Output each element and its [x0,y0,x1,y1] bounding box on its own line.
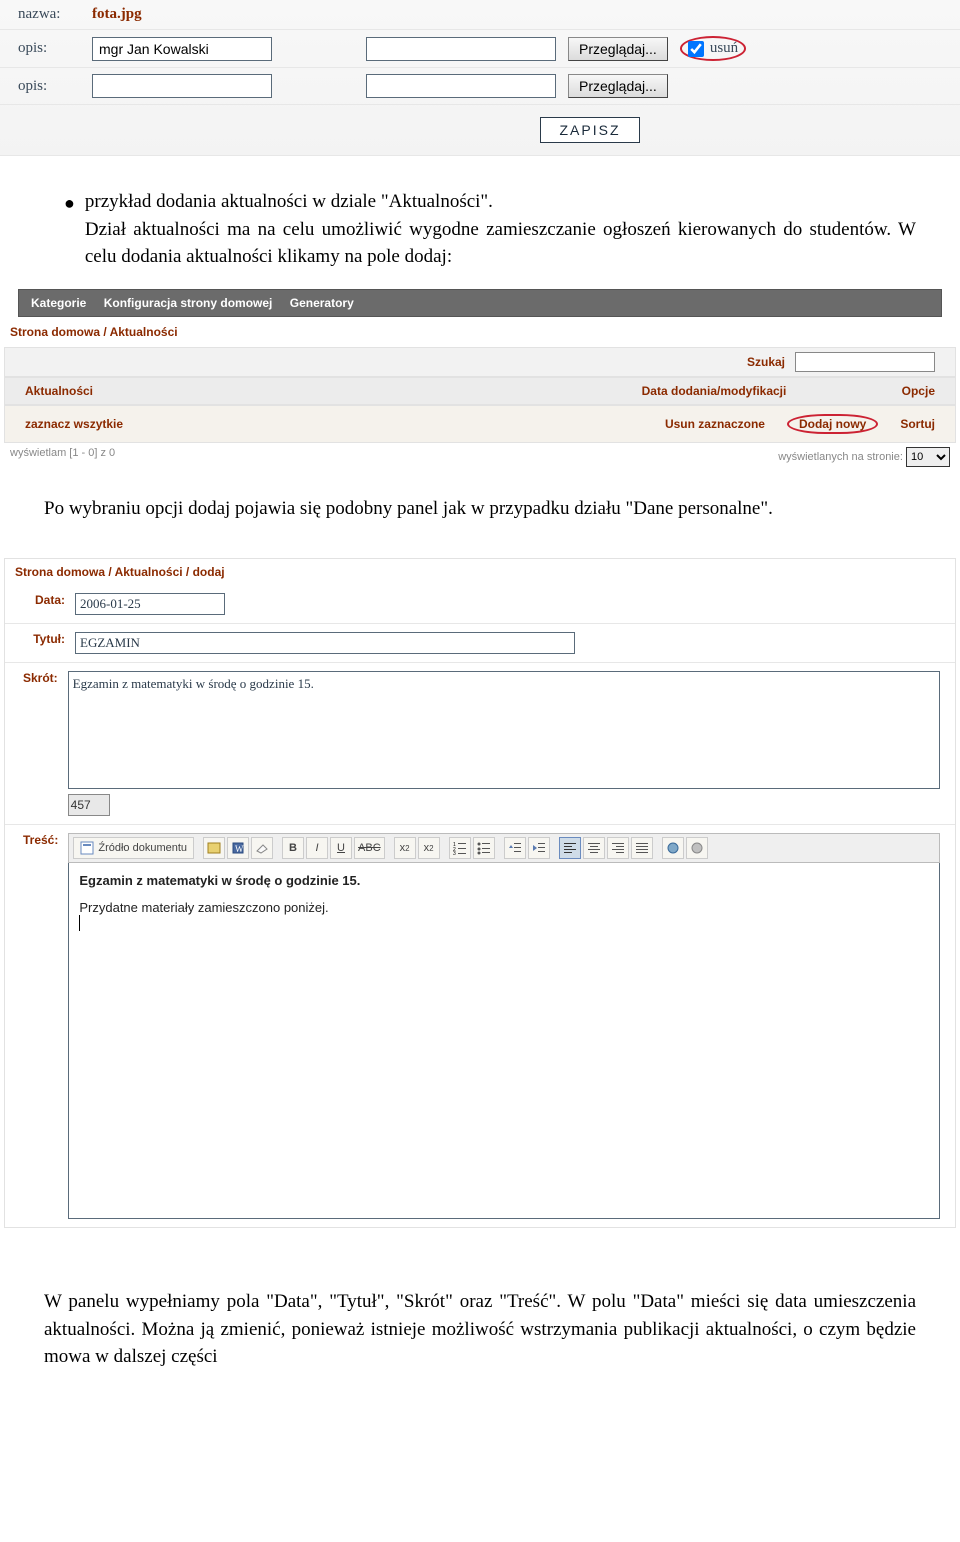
indent-icon[interactable] [528,837,550,859]
opis-row-2: opis: Przeglądaj... [0,68,960,105]
opis-input-1[interactable] [92,37,272,61]
nav-konfiguracja[interactable]: Konfiguracja strony domowej [104,296,273,310]
delete-label: usuń [710,40,738,57]
bold-icon[interactable]: B [282,837,304,859]
tresc-row: Treść: Źródło dokumentu W B I U ABC x2 x… [5,825,955,1227]
status-left: wyświetlam [1 - 0] z 0 [10,447,115,467]
browse-button-2[interactable]: Przeglądaj... [568,74,668,98]
add-new-link[interactable]: Dodaj nowy [787,414,878,434]
align-left-icon[interactable] [559,837,581,859]
name-row: nazwa: fota.jpg [0,0,960,30]
name-label: nazwa: [18,6,80,23]
nav-kategorie[interactable]: Kategorie [31,296,86,310]
status-right: wyświetlanych na stronie: [778,451,903,463]
title-row: Tytuł: [5,624,955,663]
file-path-input-1[interactable] [366,37,556,61]
col-opcje: Opcje [902,384,935,398]
search-row: Szukaj [4,347,956,377]
delete-checkbox[interactable] [688,41,704,57]
align-right-icon[interactable] [607,837,629,859]
paste-word-icon[interactable]: W [227,837,249,859]
file-path-input-2[interactable] [366,74,556,98]
unlink-icon[interactable] [686,837,708,859]
subscript-icon[interactable]: x2 [394,837,416,859]
skrot-textarea[interactable]: Egzamin z matematyki w środę o godzinie … [68,671,940,789]
skrot-label: Skrót: [23,671,58,685]
char-counter: 457 [68,794,110,816]
upload-panel: nazwa: fota.jpg opis: Przeglądaj... usuń… [0,0,960,156]
doc-paragraph-2: Po wybraniu opcji dodaj pojawia się podo… [0,471,960,559]
search-label: Szukaj [747,355,785,369]
delete-selected-link[interactable]: Usun zaznaczone [665,417,765,431]
add-breadcrumb: Strona domowa / Aktualności / dodaj [5,559,955,585]
header-row: Aktualności Data dodania/modyfikacji Opc… [4,377,956,405]
source-button[interactable]: Źródło dokumentu [73,837,194,859]
top-nav-bar: Kategorie Konfiguracja strony domowej Ge… [18,289,942,317]
opis-row-1: opis: Przeglądaj... usuń [0,30,960,68]
align-justify-icon[interactable] [631,837,653,859]
skrot-row: Skrót: Egzamin z matematyki w środę o go… [5,663,955,825]
ol-icon[interactable]: 123 [449,837,471,859]
delete-annotation: usuń [680,36,746,61]
templates-icon[interactable] [203,837,225,859]
file-name: fota.jpg [92,6,142,23]
nav-generatory[interactable]: Generatory [290,296,354,310]
doc-paragraph-1: ● przykład dodania aktualności w dziale … [0,156,960,289]
sort-link[interactable]: Sortuj [900,417,935,431]
opis-input-2[interactable] [92,74,272,98]
select-all-link[interactable]: zaznacz wszytkie [25,417,643,431]
col-aktualnosci: Aktualności [25,384,642,398]
editor-content[interactable]: Egzamin z matematyki w środę o godzinie … [68,863,940,1219]
svg-text:3: 3 [453,851,456,855]
italic-icon[interactable]: I [306,837,328,859]
source-icon [80,841,94,855]
underline-icon[interactable]: U [330,837,352,859]
eraser-icon[interactable] [251,837,273,859]
search-input[interactable] [795,352,935,372]
actions-row: zaznacz wszytkie Usun zaznaczone Dodaj n… [4,405,956,443]
col-data: Data dodania/modyfikacji [642,384,902,398]
date-row: Data: [5,585,955,624]
content-line-1: Egzamin z matematyki w środę o godzinie … [79,873,929,888]
bullet-text: przykład dodania aktualności w dziale "A… [85,191,493,212]
save-button[interactable]: ZAPISZ [540,117,639,143]
listing-panel: Kategorie Konfiguracja strony domowej Ge… [0,289,960,471]
superscript-icon[interactable]: x2 [418,837,440,859]
date-input[interactable] [75,593,225,615]
per-page-select[interactable]: 10 [906,447,950,467]
content-line-2: Przydatne materiały zamieszczono poniżej… [79,900,929,915]
title-label: Tytuł: [23,632,65,646]
breadcrumb: Strona domowa / Aktualności [4,317,956,347]
doc-paragraph-3: W panelu wypełniamy pola "Data", "Tytuł"… [0,1228,960,1407]
text-cursor [79,915,80,931]
link-icon[interactable] [662,837,684,859]
status-row: wyświetlam [1 - 0] z 0 wyświetlanych na … [4,443,956,471]
align-center-icon[interactable] [583,837,605,859]
date-label: Data: [23,593,65,607]
tresc-label: Treść: [23,833,58,847]
svg-text:W: W [235,844,244,854]
save-row: ZAPISZ [540,105,640,147]
opis-label-1: opis: [18,40,80,57]
opis-label-2: opis: [18,78,80,95]
browse-button-1[interactable]: Przeglądaj... [568,37,668,61]
outdent-icon[interactable] [504,837,526,859]
strike-icon[interactable]: ABC [354,837,385,859]
add-panel: Strona domowa / Aktualności / dodaj Data… [4,558,956,1228]
paragraph-1: Dział aktualności ma na celu umożliwić w… [85,219,916,268]
title-input[interactable] [75,632,575,654]
bullet-icon: ● [64,190,75,271]
ul-icon[interactable] [473,837,495,859]
editor-toolbar: Źródło dokumentu W B I U ABC x2 x2 123 [68,833,940,863]
